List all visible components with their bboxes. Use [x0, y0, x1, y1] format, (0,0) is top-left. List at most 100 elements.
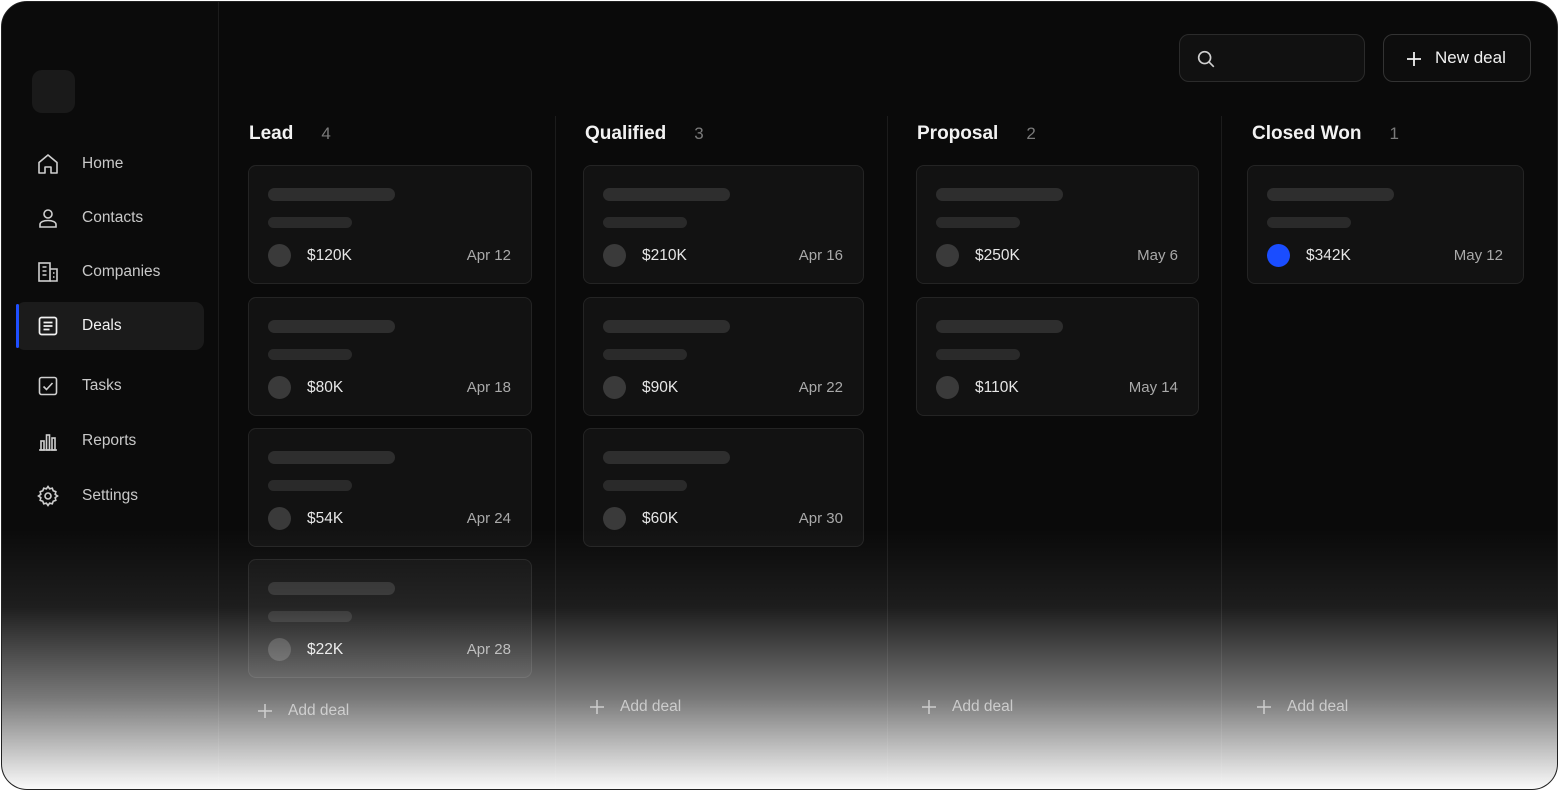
new-deal-label: New deal: [1435, 48, 1506, 67]
column-header: Proposal 2: [917, 123, 1036, 145]
deal-amount: $60K: [642, 510, 679, 527]
add-deal-button[interactable]: Add deal: [257, 702, 349, 720]
sidebar-item-settings[interactable]: Settings: [16, 472, 204, 520]
app-logo[interactable]: [32, 70, 75, 113]
deal-date: Apr 12: [466, 247, 511, 264]
deal-card[interactable]: $250K May 6: [916, 165, 1199, 284]
sidebar-item-companies[interactable]: Companies: [16, 248, 204, 296]
avatar: [268, 638, 291, 661]
search-icon: [1197, 50, 1215, 68]
sidebar-item-label: Companies: [82, 263, 161, 280]
deal-card[interactable]: $120K Apr 12: [248, 165, 532, 284]
sidebar-item-deals[interactable]: Deals: [16, 302, 204, 350]
title-placeholder: [603, 320, 730, 333]
title-placeholder: [268, 320, 395, 333]
deal-card[interactable]: $90K Apr 22: [583, 297, 864, 416]
checkbox-icon: [38, 376, 58, 396]
sidebar: Home Contacts Companies Deals Tasks Repo…: [2, 2, 219, 789]
column-lead: Lead 4 $120K Apr 12 $80K Apr 18 $54K Apr…: [247, 116, 557, 789]
deal-date: May 14: [1128, 379, 1178, 396]
avatar: [603, 507, 626, 530]
sidebar-item-contacts[interactable]: Contacts: [16, 194, 204, 242]
sidebar-item-reports[interactable]: Reports: [16, 417, 204, 465]
column-header: Closed Won 1: [1252, 123, 1399, 145]
sidebar-item-tasks[interactable]: Tasks: [16, 362, 204, 410]
subtitle-placeholder: [268, 611, 352, 622]
column-title: Closed Won: [1252, 123, 1362, 144]
column-closed-won: Closed Won 1 $342K May 12 Add deal: [1221, 116, 1541, 789]
column-title: Qualified: [585, 123, 667, 144]
sidebar-item-home[interactable]: Home: [16, 140, 204, 188]
home-icon: [38, 154, 58, 174]
search-input[interactable]: [1179, 34, 1365, 82]
avatar: [268, 507, 291, 530]
avatar: [268, 244, 291, 267]
subtitle-placeholder: [1267, 217, 1351, 228]
plus-icon: [1407, 52, 1421, 66]
subtitle-placeholder: [603, 217, 687, 228]
deal-amount: $90K: [642, 379, 679, 396]
title-placeholder: [1267, 188, 1394, 201]
add-deal-button[interactable]: Add deal: [589, 698, 681, 716]
deal-date: Apr 18: [466, 379, 511, 396]
deal-card[interactable]: $54K Apr 24: [248, 428, 532, 547]
subtitle-placeholder: [603, 349, 687, 360]
sidebar-item-label: Settings: [82, 487, 139, 504]
subtitle-placeholder: [268, 480, 352, 491]
plus-icon: [258, 704, 272, 718]
deal-amount: $110K: [975, 379, 1019, 396]
sidebar-item-label: Deals: [82, 317, 122, 334]
plus-icon: [922, 700, 936, 714]
deal-card[interactable]: $210K Apr 16: [583, 165, 864, 284]
new-deal-button[interactable]: New deal: [1383, 34, 1531, 82]
column-count: 1: [1389, 124, 1399, 143]
deal-card[interactable]: $110K May 14: [916, 297, 1199, 416]
add-deal-label: Add deal: [288, 702, 350, 719]
deal-card[interactable]: $80K Apr 18: [248, 297, 532, 416]
sidebar-item-label: Home: [82, 155, 124, 172]
subtitle-placeholder: [603, 480, 687, 491]
title-placeholder: [603, 188, 730, 201]
avatar: [603, 376, 626, 399]
avatar: [268, 376, 291, 399]
deal-date: May 12: [1453, 247, 1503, 264]
title-placeholder: [936, 320, 1063, 333]
user-icon: [39, 209, 57, 228]
column-count: 4: [321, 124, 331, 143]
deal-amount: $210K: [642, 247, 687, 264]
plus-icon: [1257, 700, 1271, 714]
column-header: Lead 4: [249, 123, 331, 145]
subtitle-placeholder: [936, 217, 1020, 228]
add-deal-label: Add deal: [1287, 698, 1349, 715]
subtitle-placeholder: [936, 349, 1020, 360]
avatar: [603, 244, 626, 267]
deal-amount: $54K: [307, 510, 344, 527]
add-deal-button[interactable]: Add deal: [1256, 698, 1348, 716]
title-placeholder: [603, 451, 730, 464]
deal-amount: $22K: [307, 641, 344, 658]
document-icon: [38, 316, 58, 336]
subtitle-placeholder: [268, 349, 352, 360]
sidebar-item-label: Reports: [82, 432, 137, 449]
bar-chart-icon: [39, 434, 57, 451]
deal-card[interactable]: $342K May 12: [1247, 165, 1524, 284]
app-window: Home Contacts Companies Deals Tasks Repo…: [1, 1, 1558, 790]
column-count: 3: [694, 124, 704, 143]
building-icon: [38, 262, 58, 282]
deal-date: Apr 22: [798, 379, 843, 396]
title-placeholder: [936, 188, 1063, 201]
avatar: [936, 244, 959, 267]
add-deal-button[interactable]: Add deal: [921, 698, 1013, 716]
deal-date: Apr 24: [466, 510, 511, 527]
avatar: [936, 376, 959, 399]
title-placeholder: [268, 188, 395, 201]
column-title: Lead: [249, 123, 294, 144]
column-header: Qualified 3: [585, 123, 704, 145]
deal-date: Apr 28: [466, 641, 511, 658]
sidebar-item-label: Contacts: [82, 209, 144, 226]
deal-card[interactable]: $22K Apr 28: [248, 559, 532, 678]
column-count: 2: [1026, 124, 1036, 143]
sidebar-item-label: Tasks: [82, 377, 122, 394]
gear-icon: [37, 485, 59, 507]
deal-card[interactable]: $60K Apr 30: [583, 428, 864, 547]
